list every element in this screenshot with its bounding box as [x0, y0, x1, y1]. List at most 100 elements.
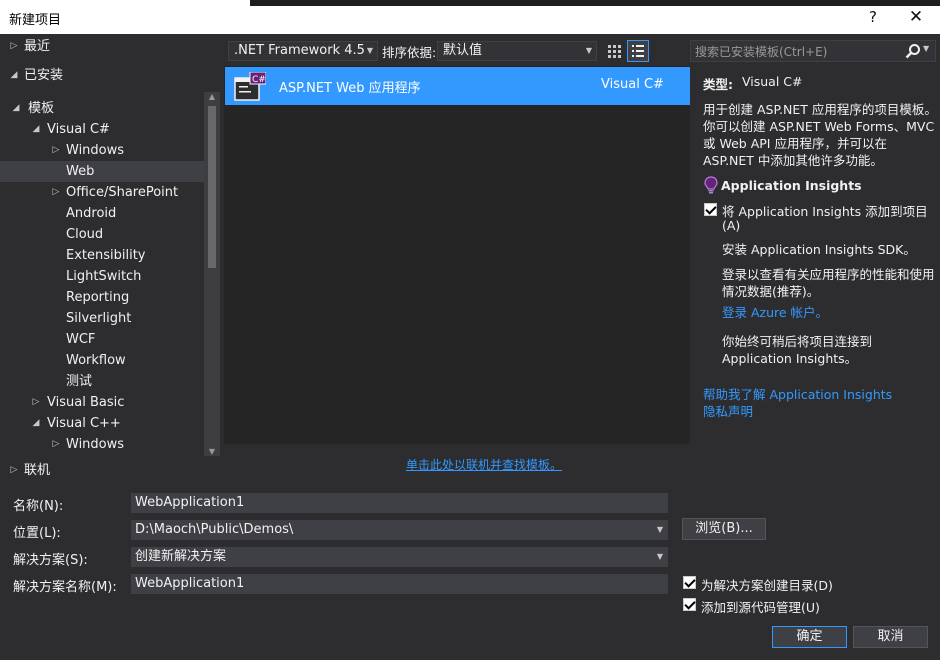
name-value: WebApplication1 — [135, 495, 245, 510]
chevron-down-icon[interactable]: ▼ — [657, 548, 663, 566]
template-item-aspnet[interactable]: C# ASP.NET Web 应用程序 Visual C# — [225, 67, 690, 105]
tree-label: Extensibility — [66, 248, 146, 263]
chevron-down-icon: ▼ — [585, 46, 592, 55]
small-icons-view-button[interactable] — [604, 41, 624, 61]
expand-right-icon[interactable]: ▷ — [50, 182, 62, 203]
tree-label: Android — [66, 206, 117, 221]
sort-select[interactable]: 默认值 ▼ — [437, 41, 597, 61]
search-placeholder: 搜索已安装模板(Ctrl+E) — [695, 45, 828, 59]
solution-select[interactable]: 创建新解决方案 ▼ — [131, 547, 668, 567]
tree-item-online[interactable]: ▷ 联机 — [0, 460, 222, 481]
title-bar: 新建项目 ? ✕ — [0, 0, 940, 34]
tree-item-visual-basic[interactable]: ▷ Visual Basic — [0, 392, 204, 413]
expanded-icon[interactable]: ◢ — [10, 98, 22, 119]
tree-item-reporting[interactable]: Reporting — [0, 287, 204, 308]
location-label: 位置(L): — [13, 526, 61, 541]
tree-item-wcf[interactable]: WCF — [0, 329, 204, 350]
expand-right-icon[interactable]: ▷ — [8, 36, 20, 57]
tree-item-recent[interactable]: ▷ 最近 — [0, 36, 222, 57]
scrollbar-thumb[interactable] — [208, 106, 216, 268]
aspnet-web-app-icon: C# — [234, 72, 266, 101]
tree-item-extensibility[interactable]: Extensibility — [0, 245, 204, 266]
add-application-insights-label[interactable]: 将 Application Insights 添加到项目 — [722, 201, 928, 220]
cancel-button[interactable]: 取消 — [853, 626, 928, 648]
ok-button[interactable]: 确定 — [772, 626, 847, 648]
source-control-checkbox[interactable] — [683, 598, 696, 611]
azure-login-link[interactable]: 登录 Azure 帐户。 — [722, 302, 828, 321]
online-templates-link[interactable]: 单击此处以联机并查找模板。 — [224, 456, 744, 473]
tree-scrollbar[interactable]: ▲ ▼ — [204, 92, 220, 456]
tree-item-cloud[interactable]: Cloud — [0, 224, 204, 245]
chevron-down-icon[interactable]: ▼ — [923, 44, 929, 53]
framework-select[interactable]: .NET Framework 4.5 ▼ — [228, 41, 378, 61]
tree-label: Windows — [66, 437, 125, 452]
tree-item-test[interactable]: 测试 — [0, 371, 204, 392]
create-directory-checkbox[interactable] — [683, 576, 696, 589]
lightbulb-icon — [704, 176, 718, 194]
tree-label: 最近 — [24, 39, 51, 54]
add-application-insights-checkbox[interactable] — [704, 203, 717, 216]
solution-value: 创建新解决方案 — [135, 549, 227, 564]
expanded-icon[interactable]: ◢ — [30, 119, 42, 140]
tree-label: Windows — [66, 143, 125, 158]
svg-text:C#: C# — [252, 75, 266, 85]
type-label: 类型: — [703, 77, 733, 92]
template-tree: ▷ 最近 ◢ 已安装 ◢ 模板 ◢ Visual C# ▷ Windows Web ▷… — [0, 34, 222, 490]
solution-name-field[interactable]: WebApplication1 — [131, 574, 668, 594]
tree-item-android[interactable]: Android — [0, 203, 204, 224]
tree-item-visual-cpp[interactable]: ◢ Visual C++ — [0, 413, 204, 434]
solution-label: 解决方案(S): — [13, 553, 88, 568]
type-value: Visual C# — [742, 74, 803, 89]
connect-later-text: Application Insights。 — [722, 351, 858, 366]
tree-item-workflow[interactable]: Workflow — [0, 350, 204, 371]
tree-label: Silverlight — [66, 311, 132, 326]
scroll-down-icon[interactable]: ▼ — [204, 447, 220, 456]
tree-item-cpp-windows[interactable]: ▷ Windows — [0, 434, 204, 455]
tree-label: 已安装 — [24, 68, 64, 83]
project-settings-form: 名称(N): WebApplication1 位置(L): D:\Maoch\P… — [0, 490, 940, 660]
location-field[interactable]: D:\Maoch\Public\Demos\ ▼ — [131, 520, 668, 540]
tree-item-templates[interactable]: ◢ 模板 — [0, 98, 204, 119]
expand-right-icon[interactable]: ▷ — [30, 392, 42, 413]
tree-label: Web — [66, 164, 95, 179]
tree-item-installed[interactable]: ◢ 已安装 — [0, 65, 222, 86]
grid-view-icon — [608, 45, 621, 58]
application-insights-title: Application Insights — [721, 178, 862, 193]
tree-item-office-sharepoint[interactable]: ▷ Office/SharePoint — [0, 182, 204, 203]
privacy-statement-link[interactable]: 隐私声明 — [703, 401, 753, 420]
name-field[interactable]: WebApplication1 — [131, 493, 668, 513]
tree-item-visual-csharp[interactable]: ◢ Visual C# — [0, 119, 204, 140]
expand-right-icon[interactable]: ▷ — [50, 434, 62, 455]
expanded-icon[interactable]: ◢ — [8, 65, 20, 86]
search-icon[interactable] — [905, 43, 921, 59]
tree-item-lightswitch[interactable]: LightSwitch — [0, 266, 204, 287]
install-sdk-text: 安装 Application Insights SDK。 — [722, 242, 916, 257]
tree-label: Office/SharePoint — [66, 185, 179, 200]
add-application-insights-label[interactable]: (A) — [722, 218, 740, 233]
help-button[interactable]: ? — [862, 6, 884, 28]
tree-item-web[interactable]: Web — [0, 161, 204, 182]
list-view-icon — [632, 45, 644, 57]
solution-name-value: WebApplication1 — [135, 576, 245, 591]
browse-button[interactable]: 浏览(B)... — [682, 518, 766, 540]
expand-right-icon[interactable]: ▷ — [50, 140, 62, 161]
login-text: 情况数据(推荐)。 — [722, 284, 820, 299]
solution-name-label: 解决方案名称(M): — [13, 580, 117, 595]
tree-label: WCF — [66, 332, 96, 347]
chevron-down-icon[interactable]: ▼ — [657, 521, 663, 539]
expanded-icon[interactable]: ◢ — [30, 413, 42, 434]
tree-label: Cloud — [66, 227, 104, 242]
source-control-label[interactable]: 添加到源代码管理(U) — [701, 597, 820, 616]
list-view-button[interactable] — [627, 40, 649, 62]
scroll-up-icon[interactable]: ▲ — [204, 92, 220, 101]
tree-label: Visual C# — [47, 122, 110, 137]
create-directory-label[interactable]: 为解决方案创建目录(D) — [701, 575, 833, 594]
tree-item-silverlight[interactable]: Silverlight — [0, 308, 204, 329]
template-language: Visual C# — [601, 77, 664, 92]
close-button[interactable]: ✕ — [904, 6, 928, 28]
tree-label: Visual C++ — [47, 416, 121, 431]
search-input[interactable]: 搜索已安装模板(Ctrl+E) ▼ — [690, 40, 936, 62]
expand-right-icon[interactable]: ▷ — [8, 460, 20, 481]
description-line: ASP.NET 中添加其他许多功能。 — [703, 153, 883, 168]
tree-item-windows[interactable]: ▷ Windows — [0, 140, 204, 161]
